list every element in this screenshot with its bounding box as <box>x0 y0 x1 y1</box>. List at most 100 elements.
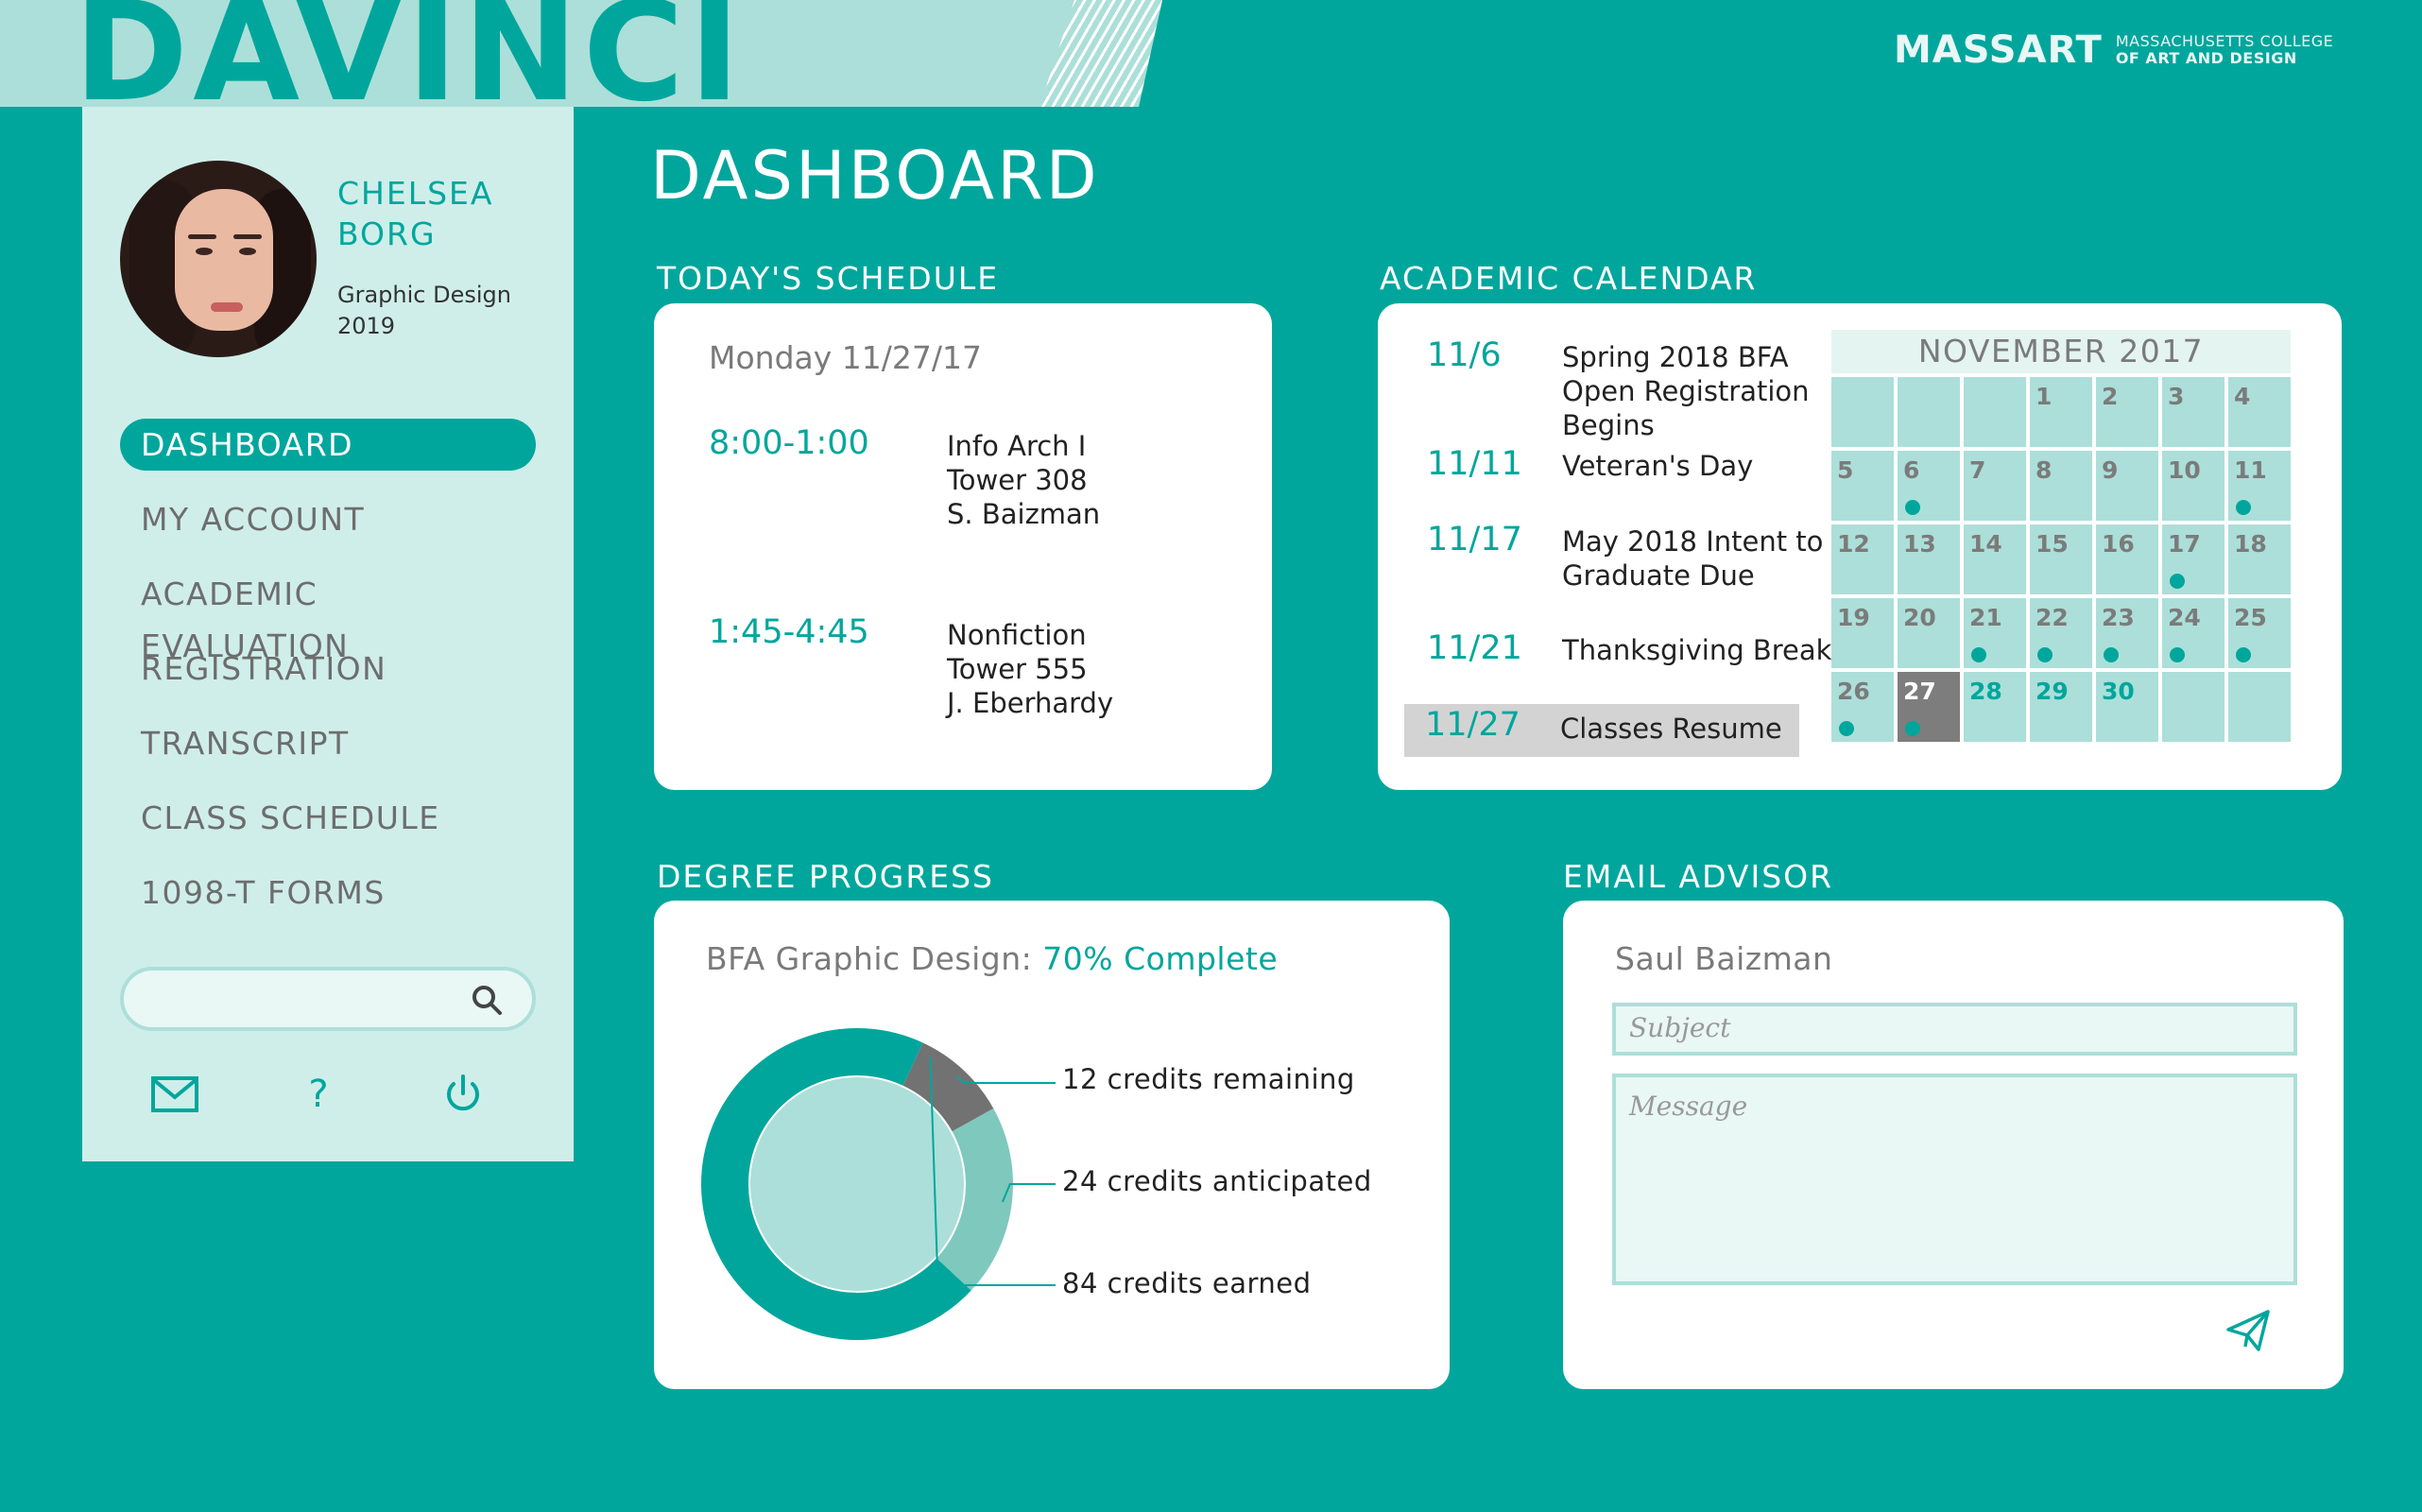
class-course: Info Arch I <box>947 430 1087 462</box>
sidebar-item-transcript[interactable]: TRANSCRIPT <box>120 717 536 769</box>
calendar-day[interactable]: 3 <box>2162 377 2224 447</box>
subject-field[interactable]: Subject <box>1612 1003 2297 1056</box>
calendar-day[interactable]: 6 <box>1898 451 1960 521</box>
event-text: Spring 2018 BFA Open Registration Begins <box>1562 341 1810 441</box>
degree-label: BFA Graphic Design: 70% Complete <box>706 940 1278 977</box>
calendar-day[interactable]: 5 <box>1831 451 1894 521</box>
calendar-day-empty <box>1964 377 2026 447</box>
calendar-day-number: 30 <box>2102 678 2135 705</box>
calendar-day[interactable]: 23 <box>2096 598 2158 668</box>
calendar-day[interactable]: 30 <box>2096 672 2158 742</box>
calendar-event[interactable]: 11/17 May 2018 Intent to Graduate Due <box>1406 521 1823 592</box>
user-last-name: BORG <box>337 215 437 252</box>
sidebar-item-academic-evaluation[interactable]: ACADEMIC EVALUATION <box>120 568 536 664</box>
search-box <box>120 967 536 1031</box>
event-dot <box>1905 500 1920 515</box>
class-room: Tower 555 <box>947 653 1088 685</box>
calendar-event-highlight[interactable]: 11/27 Classes Resume <box>1404 704 1799 757</box>
degree-card: BFA Graphic Design: 70% Complete 12 cred… <box>654 901 1450 1389</box>
email-title: EMAIL ADVISOR <box>1563 858 1834 895</box>
event-dot <box>2037 647 2053 662</box>
calendar-day[interactable]: 11 <box>2228 451 2291 521</box>
calendar-day-number: 6 <box>1903 456 1920 484</box>
user-name: CHELSEA BORG <box>337 173 545 254</box>
calendar-day-number: 27 <box>1903 678 1936 705</box>
calendar-day[interactable]: 18 <box>2228 524 2291 594</box>
calendar-day-number: 11 <box>2234 456 2267 484</box>
calendar-day-number: 7 <box>1969 456 1986 484</box>
calendar-day-number: 24 <box>2168 604 2201 631</box>
calendar-title: ACADEMIC CALENDAR <box>1380 260 1758 297</box>
event-dot <box>2170 574 2185 589</box>
calendar-day-empty <box>1831 377 1894 447</box>
event-dot <box>2236 500 2251 515</box>
event-dot <box>2104 647 2119 662</box>
class-info: Nonfiction Tower 555 J. Eberhardy <box>947 618 1113 720</box>
calendar-day[interactable]: 15 <box>2030 524 2092 594</box>
calendar-day[interactable]: 8 <box>2030 451 2092 521</box>
calendar-day[interactable]: 28 <box>1964 672 2026 742</box>
calendar-event[interactable]: 11/6 Spring 2018 BFA Open Registration B… <box>1406 336 1810 441</box>
calendar-day-number: 3 <box>2168 383 2185 410</box>
search-icon[interactable] <box>470 983 504 1017</box>
page-title: DASHBOARD <box>650 137 1100 215</box>
calendar-card: 11/6 Spring 2018 BFA Open Registration B… <box>1378 303 2342 790</box>
calendar-day[interactable]: 4 <box>2228 377 2291 447</box>
calendar-day[interactable]: 1 <box>2030 377 2092 447</box>
calendar-day[interactable]: 10 <box>2162 451 2224 521</box>
calendar-event[interactable]: 11/11 Veteran's Day <box>1406 445 1803 498</box>
help-icon[interactable]: ? <box>290 1066 347 1123</box>
calendar-day-number: 2 <box>2102 383 2119 410</box>
calendar-day-empty <box>2228 672 2291 742</box>
calendar-day[interactable]: 19 <box>1831 598 1894 668</box>
user-year: 2019 <box>337 313 396 339</box>
event-dot <box>1971 647 1986 662</box>
sidebar-item-class-schedule[interactable]: CLASS SCHEDULE <box>120 792 536 844</box>
power-icon[interactable] <box>435 1066 491 1123</box>
calendar-day[interactable]: 26 <box>1831 672 1894 742</box>
brand-sub-line2: OF ART AND DESIGN <box>2115 49 2297 67</box>
calendar-day[interactable]: 2 <box>2096 377 2158 447</box>
calendar-month: NOVEMBER 2017 <box>1831 330 2291 373</box>
calendar-day[interactable]: 27 <box>1898 672 1960 742</box>
event-date: 11/27 <box>1425 706 1520 744</box>
calendar-grid: 1 2 3 4 5 6 7 8 9 10 11 12 13 14 15 16 17 18 19 20 21 22 23 24 2… <box>1831 377 2291 742</box>
sidebar-item-my-account[interactable]: MY ACCOUNT <box>120 493 536 545</box>
sidebar-item-registration[interactable]: REGISTRATION <box>120 643 536 695</box>
avatar <box>120 161 317 357</box>
class-time: 8:00-1:00 <box>709 424 869 462</box>
calendar-day[interactable]: 21 <box>1964 598 2026 668</box>
calendar-day[interactable]: 12 <box>1831 524 1894 594</box>
calendar-day[interactable]: 7 <box>1964 451 2026 521</box>
calendar-day-number: 20 <box>1903 604 1936 631</box>
calendar-day-number: 18 <box>2234 530 2267 558</box>
send-icon[interactable] <box>2224 1307 2272 1354</box>
month-calendar: NOVEMBER 2017 1 2 3 4 5 6 7 8 9 10 11 12 13 14 15 16 17 1… <box>1831 330 2291 742</box>
brand-logo-text: MASSART <box>1894 28 2103 72</box>
calendar-day[interactable]: 22 <box>2030 598 2092 668</box>
event-dot <box>1905 721 1920 736</box>
sidebar-item-1098t-forms[interactable]: 1098-T FORMS <box>120 867 536 919</box>
calendar-day[interactable]: 25 <box>2228 598 2291 668</box>
calendar-day[interactable]: 20 <box>1898 598 1960 668</box>
message-field[interactable]: Message <box>1612 1074 2297 1285</box>
event-text: May 2018 Intent to Graduate Due <box>1562 525 1824 592</box>
calendar-day[interactable]: 13 <box>1898 524 1960 594</box>
calendar-day[interactable]: 9 <box>2096 451 2158 521</box>
calendar-day-number: 19 <box>1837 604 1870 631</box>
legend-earned: 84 credits earned <box>1062 1267 1312 1299</box>
calendar-day[interactable]: 14 <box>1964 524 2026 594</box>
calendar-day-empty <box>1898 377 1960 447</box>
calendar-day[interactable]: 29 <box>2030 672 2092 742</box>
calendar-day[interactable]: 17 <box>2162 524 2224 594</box>
brand-subtitle: MASSACHUSETTS COLLEGE OF ART AND DESIGN <box>2116 33 2333 67</box>
calendar-day-number: 21 <box>1969 604 2002 631</box>
sidebar-item-dashboard[interactable]: DASHBOARD <box>120 419 536 471</box>
search-input[interactable] <box>143 980 455 1018</box>
mail-icon[interactable] <box>146 1066 203 1123</box>
event-date: 11/11 <box>1427 445 1522 483</box>
event-date: 11/6 <box>1427 336 1502 374</box>
calendar-event[interactable]: 11/21 Thanksgiving Break <box>1406 629 1831 682</box>
calendar-day[interactable]: 16 <box>2096 524 2158 594</box>
calendar-day[interactable]: 24 <box>2162 598 2224 668</box>
